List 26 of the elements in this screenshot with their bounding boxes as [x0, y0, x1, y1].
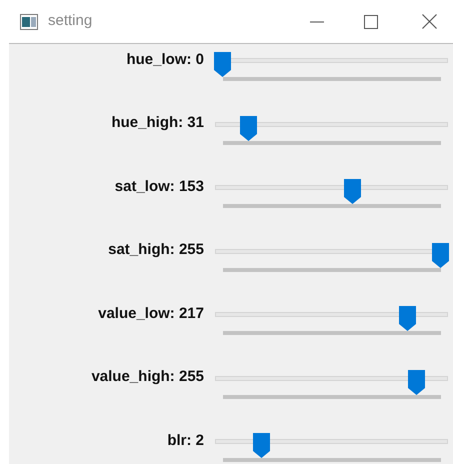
slider-thumb[interactable] — [240, 116, 258, 140]
slider-thumb[interactable] — [252, 433, 270, 458]
slider-thumb[interactable] — [214, 52, 230, 77]
slider-label: hue_low: 0 — [125, 50, 204, 70]
app-icon — [20, 14, 38, 30]
slider-label: blr: 2 — [166, 430, 204, 451]
slider[interactable] — [215, 116, 448, 142]
slider-label: sat_low: 153 — [114, 176, 204, 197]
slider-thumb[interactable] — [399, 306, 416, 331]
slider[interactable] — [215, 52, 448, 78]
slider-label: sat_high: 255 — [107, 240, 204, 260]
window-title: setting — [48, 11, 92, 32]
slider[interactable] — [215, 179, 448, 205]
close-icon[interactable] — [422, 14, 437, 29]
slider-label: hue_high: 31 — [110, 113, 204, 134]
slider[interactable] — [215, 242, 448, 268]
slider-thumb[interactable] — [344, 179, 362, 204]
slider[interactable] — [215, 306, 448, 332]
maximize-icon[interactable] — [364, 14, 378, 28]
minimize-icon[interactable] — [310, 20, 324, 22]
slider-label: value_high: 255 — [90, 367, 204, 388]
slider-thumb[interactable] — [408, 370, 425, 394]
slider[interactable] — [215, 433, 448, 459]
slider-label: value_low: 217 — [97, 304, 204, 324]
slider-thumb[interactable] — [432, 242, 448, 268]
slider[interactable] — [215, 370, 448, 396]
